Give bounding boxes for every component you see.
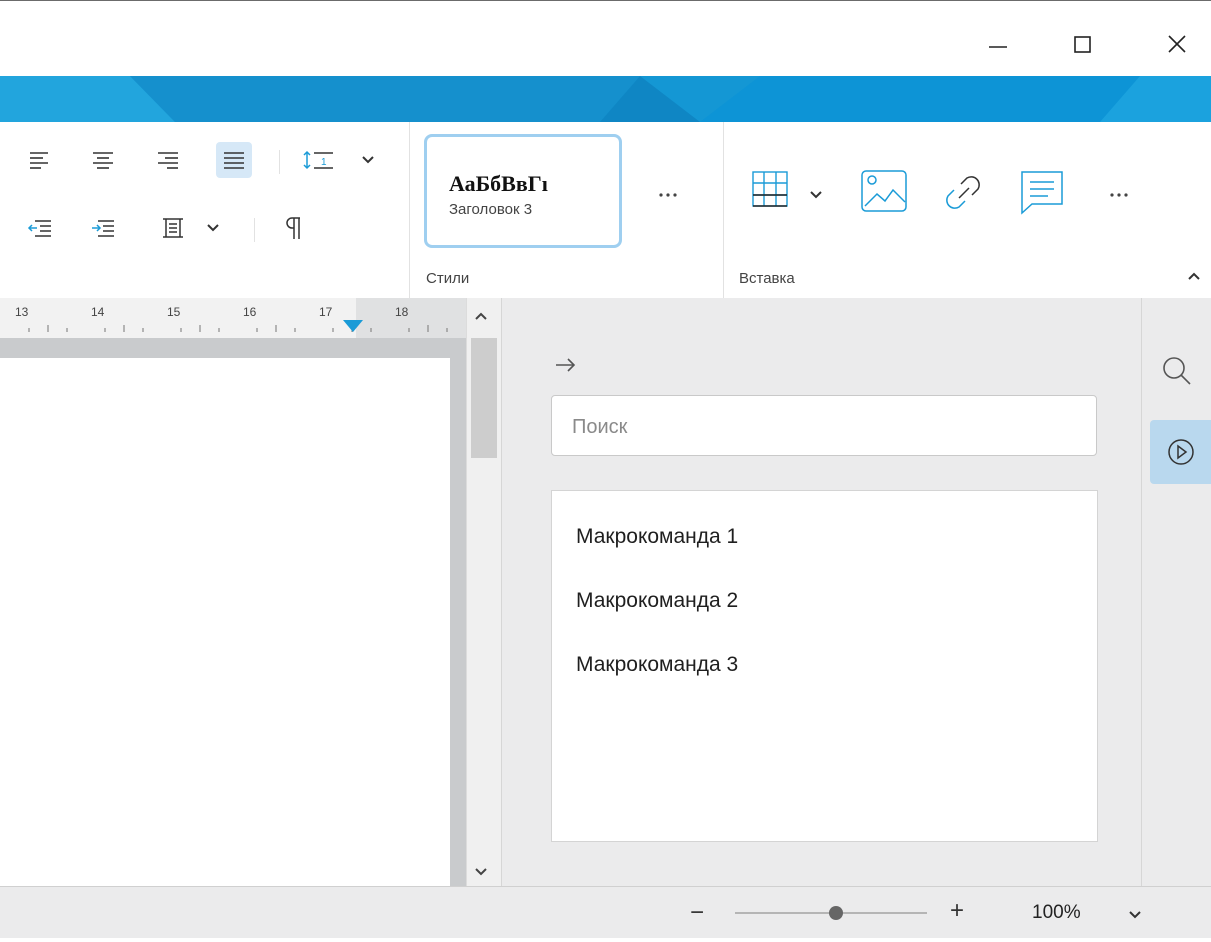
ribbon-header-band [0,76,1211,122]
increase-indent-icon [92,220,114,237]
insert-table-dropdown[interactable] [802,177,830,213]
maximize-icon[interactable] [1066,29,1100,59]
ribbon-toolbar: 1 АаБбВвГı Заголовок 3 Стили Вставка [0,122,1211,299]
align-right-button[interactable] [150,142,186,178]
chevron-down-icon [207,224,219,232]
play-circle-icon [1168,439,1194,465]
list-item[interactable]: Макрокоманда 3 [576,653,738,677]
insert-group-label: Вставка [739,270,795,287]
status-bar: − + 100% [0,886,1211,938]
more-icon [1110,193,1128,197]
minimize-icon[interactable] [981,29,1015,59]
align-left-button[interactable] [22,142,58,178]
line-spacing-button[interactable]: 1 [298,142,338,178]
zoom-in-button[interactable]: + [950,897,964,925]
ruler-margin [356,298,466,338]
toolbar-separator [279,150,280,174]
line-spacing-dropdown[interactable] [354,142,382,178]
list-item[interactable]: Макрокоманда 2 [576,589,738,613]
styles-group-label: Стили [426,270,470,287]
chevron-down-icon [1129,911,1141,919]
zoom-out-button[interactable]: − [690,899,704,927]
svg-text:1: 1 [321,157,327,168]
horizontal-ruler[interactable]: 13 14 15 16 17 18 [0,298,466,338]
align-justify-button[interactable] [216,142,252,178]
paragraph-spacing-button[interactable] [155,210,191,246]
scroll-up-icon[interactable] [474,308,488,326]
align-center-icon [93,152,113,169]
ruler-tick-label: 18 [395,305,409,319]
align-right-icon [158,152,178,169]
style-preview-sample: АаБбВвГı [449,171,548,196]
search-input[interactable]: Поиск [551,395,1097,456]
close-icon[interactable] [1160,29,1194,59]
zoom-slider[interactable] [735,887,927,937]
chevron-down-icon [810,191,822,199]
insert-comment-button[interactable] [1017,167,1067,217]
ruler-scale: 13 14 15 16 17 18 [15,298,466,338]
insert-table-button[interactable] [748,167,792,211]
decrease-indent-button[interactable] [22,210,58,246]
style-preview-heading-3[interactable]: АаБбВвГı Заголовок 3 [424,134,622,248]
image-icon [861,170,907,212]
ruler-tick-label: 13 [15,305,29,319]
show-formatting-marks-button[interactable] [276,210,312,246]
paragraph-spacing-icon [163,218,183,238]
line-spacing-icon: 1 [303,150,333,170]
document-page[interactable] [0,358,450,886]
zoom-slider-handle [829,906,843,920]
ruler-tick-label: 14 [91,305,105,319]
align-center-button[interactable] [85,142,121,178]
zoom-value[interactable]: 100% [1032,902,1081,924]
collapse-ribbon-button[interactable] [1180,262,1208,290]
link-icon [946,176,980,209]
insert-link-button[interactable] [938,167,988,217]
paragraph-spacing-dropdown[interactable] [199,210,227,246]
scrollbar-thumb[interactable] [471,338,497,458]
align-left-icon [30,152,48,169]
decrease-indent-icon [27,220,51,237]
macros-panel-button[interactable] [1150,420,1211,484]
chevron-up-icon [1188,272,1200,280]
more-insert-button[interactable] [1101,177,1137,213]
list-item[interactable]: Макрокоманда 1 [576,525,738,549]
pilcrow-icon [286,217,300,239]
search-icon[interactable] [1162,356,1192,391]
ruler-tick-label: 15 [167,305,181,319]
chevron-down-icon [362,156,374,164]
style-name: Заголовок 3 [449,201,533,218]
title-bar [0,0,1211,77]
comment-icon [1021,171,1063,215]
insert-image-button[interactable] [858,167,910,217]
zoom-dropdown[interactable] [1128,907,1142,925]
group-separator [723,122,724,298]
more-styles-button[interactable] [650,177,686,213]
macro-list: Макрокоманда 1 Макрокоманда 2 Макрокоман… [551,490,1098,842]
group-separator [409,122,410,298]
arrow-right-icon[interactable] [554,356,578,379]
ruler-tick-label: 16 [243,305,257,319]
more-icon [659,193,677,197]
increase-indent-button[interactable] [85,210,121,246]
align-justify-icon [224,152,244,169]
ruler-tick-label: 17 [319,305,333,319]
toolbar-separator [254,218,255,242]
table-icon [752,171,788,207]
scroll-down-icon[interactable] [474,864,488,882]
side-toolbar [1141,298,1211,886]
